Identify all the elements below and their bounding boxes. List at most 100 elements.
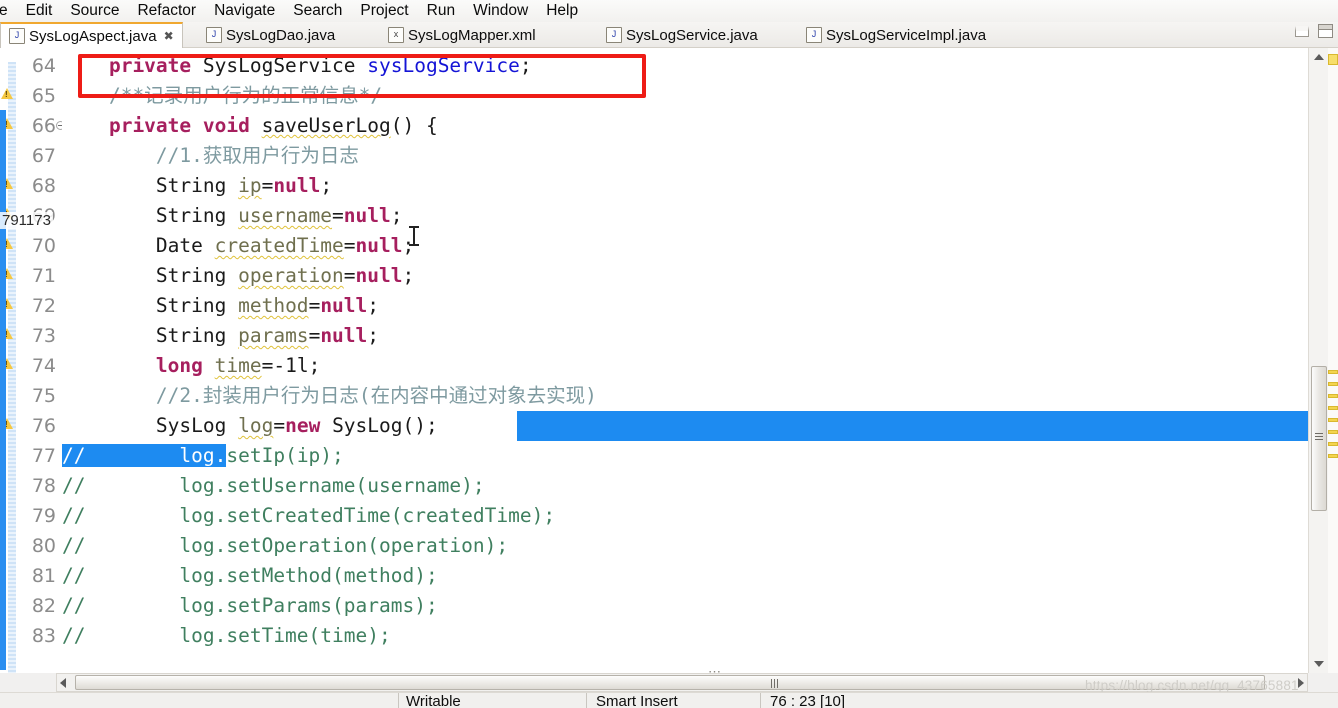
status-divider <box>398 693 399 708</box>
overview-warning-mark[interactable] <box>1328 394 1338 398</box>
java-file-icon: J <box>606 27 622 43</box>
overview-warning-mark[interactable] <box>1328 54 1338 65</box>
scroll-left-arrow-icon[interactable] <box>60 678 66 688</box>
editor-tab-bar: J SysLogAspect.java ✖ J SysLogDao.java x… <box>0 22 1338 48</box>
status-writable: Writable <box>406 693 461 708</box>
menu-item-refactor[interactable]: Refactor <box>128 1 205 21</box>
line-number-gutter: 64 65 66 67 68 69 70 71 72 73 74 75 76 7… <box>16 48 65 673</box>
menu-item-navigate[interactable]: Navigate <box>205 1 284 21</box>
overview-warning-mark[interactable] <box>1328 370 1338 374</box>
code-line-67[interactable]: //1.获取用户行为日志 <box>62 141 359 171</box>
line-number: 77 <box>31 445 56 467</box>
code-line-72[interactable]: String method=null; <box>62 291 379 321</box>
code-line-73[interactable]: String params=null; <box>62 321 379 351</box>
vertical-scrollbar-thumb[interactable] <box>1311 366 1327 511</box>
tab-label: SysLogAspect.java <box>29 27 157 45</box>
tab-label: SysLogService.java <box>626 26 758 44</box>
minimize-icon[interactable] <box>1295 26 1309 37</box>
code-line-68[interactable]: String ip=null; <box>62 171 332 201</box>
tab-syslogdao-java[interactable]: J SysLogDao.java <box>198 22 343 48</box>
code-line-77[interactable]: // log.setIp(ip); <box>62 441 344 471</box>
menu-item-file[interactable]: e <box>0 1 17 21</box>
code-line-66[interactable]: private void saveUserLog() { <box>62 111 438 141</box>
annotation-selection-edge <box>0 110 6 670</box>
line-number: 65 <box>31 85 56 107</box>
scrollbar-grip-icon <box>1315 433 1323 442</box>
line-number: 78 <box>31 475 56 497</box>
overview-warning-mark[interactable] <box>1328 382 1338 386</box>
code-line-75[interactable]: //2.封装用户行为日志(在内容中通过对象去实现) <box>62 381 597 411</box>
code-line-79[interactable]: // log.setCreatedTime(createdTime); <box>62 501 555 531</box>
code-line-74[interactable]: long time=-1l; <box>62 351 320 381</box>
line-number: 82 <box>31 595 56 617</box>
overview-warning-mark[interactable] <box>1328 430 1338 434</box>
text-cursor-icon <box>409 226 419 246</box>
menu-item-project[interactable]: Project <box>351 1 417 21</box>
overview-warning-mark[interactable] <box>1328 406 1338 410</box>
overview-warning-mark[interactable] <box>1328 454 1338 458</box>
maximize-icon[interactable] <box>1318 24 1333 38</box>
menu-item-window[interactable]: Window <box>464 1 537 21</box>
code-line-80[interactable]: // log.setOperation(operation); <box>62 531 508 561</box>
line-number: 81 <box>31 565 56 587</box>
menu-bar: e Edit Source Refactor Navigate Search P… <box>0 0 1338 22</box>
code-line-78[interactable]: // log.setUsername(username); <box>62 471 485 501</box>
scroll-up-arrow-icon[interactable] <box>1311 50 1326 65</box>
code-line-83[interactable]: // log.setTime(time); <box>62 621 391 651</box>
java-file-icon: J <box>9 28 25 44</box>
line-number: 74 <box>31 355 56 377</box>
menu-item-edit[interactable]: Edit <box>17 1 62 21</box>
tab-syslogservice-java[interactable]: J SysLogService.java <box>598 22 766 48</box>
menu-item-search[interactable]: Search <box>284 1 351 21</box>
line-number: 67 <box>31 145 56 167</box>
watermark-bottom-right: https://blog.csdn.net/qq_43765881 <box>1085 678 1299 693</box>
tab-label: SysLogMapper.xml <box>408 26 536 44</box>
code-line-64[interactable]: private SysLogService sysLogService; <box>62 51 532 81</box>
tab-syslogserviceimpl-java[interactable]: J SysLogServiceImpl.java <box>798 22 994 48</box>
eclipse-ide-window: e Edit Source Refactor Navigate Search P… <box>0 0 1338 708</box>
selection-highlight-line76 <box>517 411 1308 441</box>
line-number: 72 <box>31 295 56 317</box>
overview-ruler[interactable] <box>1328 48 1338 673</box>
java-file-icon: J <box>206 27 222 43</box>
tab-syslogaspect-java[interactable]: J SysLogAspect.java ✖ <box>0 22 183 48</box>
line-number: 75 <box>31 385 56 407</box>
line-number: 79 <box>31 505 56 527</box>
overview-warning-mark[interactable] <box>1328 442 1338 446</box>
code-line-82[interactable]: // log.setParams(params); <box>62 591 438 621</box>
line-number: 71 <box>31 265 56 287</box>
vertical-scrollbar[interactable] <box>1308 48 1328 673</box>
close-icon[interactable]: ✖ <box>164 29 174 43</box>
line-number: 70 <box>31 235 56 257</box>
line-number: 66 <box>31 115 56 137</box>
menu-item-run[interactable]: Run <box>418 1 464 21</box>
code-line-81[interactable]: // log.setMethod(method); <box>62 561 438 591</box>
line-number: 76 <box>31 415 56 437</box>
code-line-76[interactable]: SysLog log=new SysLog(); <box>62 411 438 441</box>
code-line-69[interactable]: String username=null; <box>62 201 403 231</box>
tab-syslogmapper-xml[interactable]: x SysLogMapper.xml <box>380 22 544 48</box>
line-number: 80 <box>31 535 56 557</box>
menu-item-help[interactable]: Help <box>537 1 587 21</box>
scroll-down-arrow-icon[interactable] <box>1311 656 1326 671</box>
code-editor[interactable]: 64 65 66 67 68 69 70 71 72 73 74 75 76 7… <box>0 48 1338 673</box>
line-number: 64 <box>31 55 56 77</box>
menu-item-source[interactable]: Source <box>61 1 128 21</box>
line-number: 83 <box>31 625 56 647</box>
code-line-65[interactable]: /**记录用户行为的正常信息*/ <box>62 81 382 111</box>
xml-file-icon: x <box>388 27 404 43</box>
code-text-area[interactable]: private SysLogService sysLogService; /**… <box>62 48 1308 673</box>
line-number: 73 <box>31 325 56 347</box>
warning-icon[interactable] <box>1 88 15 102</box>
java-file-icon: J <box>806 27 822 43</box>
overview-warning-mark[interactable] <box>1328 418 1338 422</box>
code-line-71[interactable]: String operation=null; <box>62 261 414 291</box>
status-bar: Writable Smart Insert 76 : 23 [10] <box>0 692 1338 708</box>
tab-label: SysLogServiceImpl.java <box>826 26 987 44</box>
status-divider <box>760 693 761 708</box>
code-line-70[interactable]: Date createdTime=null; <box>62 231 414 261</box>
status-divider <box>586 693 587 708</box>
status-insert-mode: Smart Insert <box>596 693 678 708</box>
scroll-right-arrow-icon[interactable] <box>1298 678 1304 688</box>
tab-label: SysLogDao.java <box>226 26 336 44</box>
